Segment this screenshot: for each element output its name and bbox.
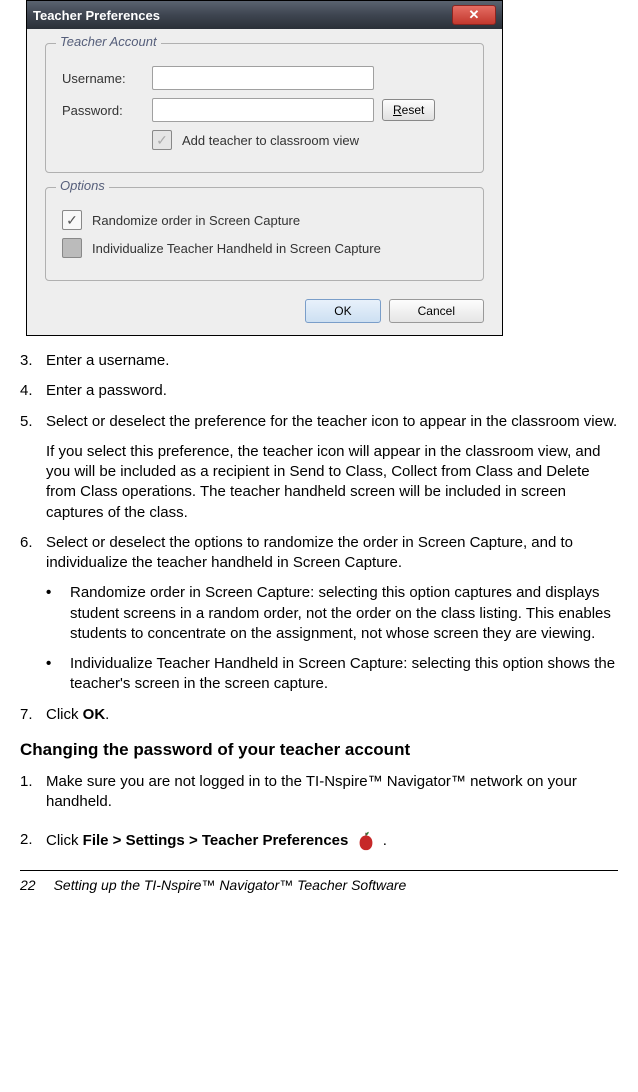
step2-2-pre: Click xyxy=(46,832,83,849)
step-6: 6. Select or deselect the options to ran… xyxy=(20,533,618,574)
close-button[interactable]: ✕ xyxy=(452,5,496,25)
username-label: Username: xyxy=(62,71,152,86)
username-input[interactable] xyxy=(152,66,374,90)
step2-1: 1. Make sure you are not logged in to th… xyxy=(20,772,618,813)
add-teacher-label: Add teacher to classroom view xyxy=(182,133,359,148)
step-5: 5. Select or deselect the preference for… xyxy=(20,412,618,432)
bullet-mark: • xyxy=(46,583,70,644)
step-text: Select or deselect the options to random… xyxy=(46,533,618,574)
bullet-text: Individualize Teacher Handheld in Screen… xyxy=(70,654,618,695)
step-4: 4. Enter a password. xyxy=(20,381,618,401)
individualize-checkbox[interactable] xyxy=(62,238,82,258)
add-teacher-checkbox[interactable] xyxy=(152,130,172,150)
dialog-title: Teacher Preferences xyxy=(33,8,160,23)
footer-rule xyxy=(20,870,618,871)
apple-icon xyxy=(355,830,377,852)
password-label: Password: xyxy=(62,103,152,118)
ok-button[interactable]: OK xyxy=(305,299,380,323)
dialog-body: Teacher Account Username: Password: Rese… xyxy=(27,29,502,335)
step-7-pre: Click xyxy=(46,706,83,723)
options-legend: Options xyxy=(56,178,109,193)
bullet-text: Randomize order in Screen Capture: selec… xyxy=(70,583,618,644)
cancel-button[interactable]: Cancel xyxy=(389,299,484,323)
options-group: Options Randomize order in Screen Captur… xyxy=(45,187,484,281)
step-number: 2. xyxy=(20,830,46,852)
step-text: Select or deselect the preference for th… xyxy=(46,412,618,432)
step-number: 5. xyxy=(20,412,46,432)
randomize-checkbox[interactable] xyxy=(62,210,82,230)
step-text: Click File > Settings > Teacher Preferen… xyxy=(46,830,618,852)
bullet-individualize: • Individualize Teacher Handheld in Scre… xyxy=(46,654,618,695)
step-3: 3. Enter a username. xyxy=(20,351,618,371)
page-number: 22 xyxy=(20,877,36,893)
step-7-bold: OK xyxy=(83,706,106,723)
dialog-titlebar: Teacher Preferences ✕ xyxy=(27,1,502,29)
teacher-account-group: Teacher Account Username: Password: Rese… xyxy=(45,43,484,173)
step2-2: 2. Click File > Settings > Teacher Prefe… xyxy=(20,830,618,852)
footer-title: Setting up the TI-Nspire™ Navigator™ Tea… xyxy=(54,877,407,893)
step-number: 4. xyxy=(20,381,46,401)
step-7: 7. Click OK. xyxy=(20,705,618,725)
step-text: Make sure you are not logged in to the T… xyxy=(46,772,618,813)
teacher-account-legend: Teacher Account xyxy=(56,34,161,49)
step2-2-post: . xyxy=(379,832,387,849)
individualize-label: Individualize Teacher Handheld in Screen… xyxy=(92,241,381,256)
bullet-randomize: • Randomize order in Screen Capture: sel… xyxy=(46,583,618,644)
step-7-post: . xyxy=(105,706,109,723)
section-heading: Changing the password of your teacher ac… xyxy=(20,739,618,762)
reset-button[interactable]: Reset xyxy=(382,99,435,121)
step-text: Enter a username. xyxy=(46,351,618,371)
reset-label-rest: eset xyxy=(402,103,425,117)
randomize-label: Randomize order in Screen Capture xyxy=(92,213,300,228)
password-input[interactable] xyxy=(152,98,374,122)
step-number: 7. xyxy=(20,705,46,725)
step-number: 3. xyxy=(20,351,46,371)
step-text: Enter a password. xyxy=(46,381,618,401)
step-number: 1. xyxy=(20,772,46,813)
bullet-mark: • xyxy=(46,654,70,695)
page-footer: 22 Setting up the TI-Nspire™ Navigator™ … xyxy=(20,877,618,893)
step-number: 6. xyxy=(20,533,46,574)
step2-2-bold: File > Settings > Teacher Preferences xyxy=(83,832,349,849)
step-5-explanation: If you select this preference, the teach… xyxy=(46,442,618,523)
step-text: Click OK. xyxy=(46,705,618,725)
document-content: 3. Enter a username. 4. Enter a password… xyxy=(20,351,618,852)
teacher-preferences-dialog: Teacher Preferences ✕ Teacher Account Us… xyxy=(26,0,503,336)
close-icon: ✕ xyxy=(469,7,480,23)
